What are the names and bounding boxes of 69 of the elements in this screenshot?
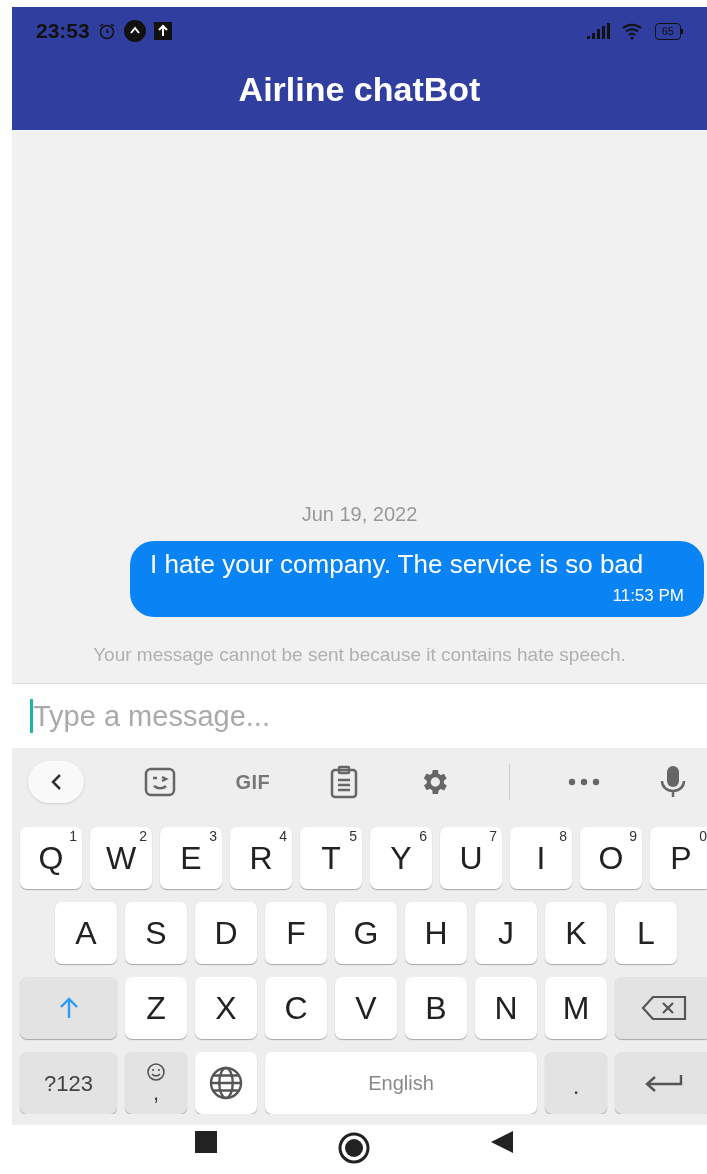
- letter-key[interactable]: E 3: [160, 827, 222, 889]
- number-hint: 8: [559, 829, 567, 843]
- letter-key[interactable]: M: [545, 977, 607, 1039]
- letter-key[interactable]: G: [335, 902, 397, 964]
- status-time: 23:53: [36, 18, 90, 45]
- number-hint: 5: [349, 829, 357, 843]
- back-icon: [49, 772, 63, 791]
- letter-key[interactable]: B: [405, 977, 467, 1039]
- letter-key[interactable]: T 5: [300, 827, 362, 889]
- emoji-comma-key[interactable]: ,: [125, 1052, 187, 1114]
- letter-key[interactable]: H: [405, 902, 467, 964]
- letter-key[interactable]: I 8: [510, 827, 572, 889]
- enter-key[interactable]: [615, 1052, 707, 1114]
- app-notification-icon: [123, 20, 146, 42]
- app-title: Airline chatBot: [238, 69, 481, 110]
- letter-key[interactable]: R 4: [230, 827, 292, 889]
- number-hint: 6: [419, 829, 427, 843]
- number-hint: 3: [209, 829, 217, 843]
- enter-icon: [643, 1073, 684, 1093]
- number-hint: 9: [629, 829, 637, 843]
- letter-key[interactable]: K: [545, 902, 607, 964]
- letter-key[interactable]: V: [335, 977, 397, 1039]
- letter-key[interactable]: U 7: [440, 827, 502, 889]
- signal-icon: [586, 23, 611, 39]
- letter-key[interactable]: F: [265, 902, 327, 964]
- letter-key[interactable]: Q 1: [20, 827, 82, 889]
- smiley-icon: [146, 1062, 166, 1082]
- letter-key[interactable]: Y 6: [370, 827, 432, 889]
- gif-button[interactable]: GIF: [235, 766, 271, 797]
- date-label: Jun 19, 2022: [301, 502, 418, 527]
- symbols-key[interactable]: ?123: [20, 1052, 117, 1114]
- message-time: 11:53 PM: [612, 585, 684, 607]
- home-icon[interactable]: [336, 1131, 371, 1165]
- recents-icon[interactable]: [194, 1131, 217, 1153]
- number-hint: 2: [139, 829, 147, 843]
- period-key[interactable]: .: [545, 1052, 607, 1114]
- number-hint: 7: [489, 829, 497, 843]
- letter-key[interactable]: L: [615, 902, 677, 964]
- language-key[interactable]: [195, 1052, 257, 1114]
- letter-key[interactable]: O 9: [580, 827, 642, 889]
- message-input[interactable]: Type a message...: [33, 684, 707, 748]
- letter-key[interactable]: Z: [125, 977, 187, 1039]
- backspace-icon: [640, 995, 687, 1021]
- letter-key[interactable]: X: [195, 977, 257, 1039]
- letter-key[interactable]: C: [265, 977, 327, 1039]
- battery-indicator: 65: [654, 22, 681, 40]
- globe-icon: [208, 1065, 244, 1101]
- more-icon[interactable]: [568, 777, 601, 786]
- space-bar[interactable]: English: [265, 1052, 537, 1114]
- backspace-key[interactable]: [615, 977, 707, 1039]
- upload-icon: [153, 22, 172, 40]
- comma-label: ,: [152, 1082, 160, 1104]
- alarm-icon: [97, 22, 116, 40]
- number-hint: 0: [699, 829, 707, 843]
- letter-key[interactable]: W 2: [90, 827, 152, 889]
- number-hint: 1: [69, 829, 77, 843]
- letter-key[interactable]: N: [475, 977, 537, 1039]
- letter-key[interactable]: A: [55, 902, 117, 964]
- sticker-icon[interactable]: [142, 765, 177, 798]
- number-hint: 4: [279, 829, 287, 843]
- message-text: I hate your company. The service is so bad: [150, 549, 645, 579]
- microphone-icon[interactable]: [659, 763, 687, 800]
- letter-key[interactable]: S: [125, 902, 187, 964]
- back-navigation-icon[interactable]: [490, 1131, 513, 1153]
- clipboard-icon[interactable]: [329, 764, 360, 799]
- letter-key[interactable]: J: [475, 902, 537, 964]
- letter-key[interactable]: P 0: [650, 827, 707, 889]
- letter-key[interactable]: D: [195, 902, 257, 964]
- error-notice: Your message cannot be sent because it contains hate speech.: [93, 642, 626, 667]
